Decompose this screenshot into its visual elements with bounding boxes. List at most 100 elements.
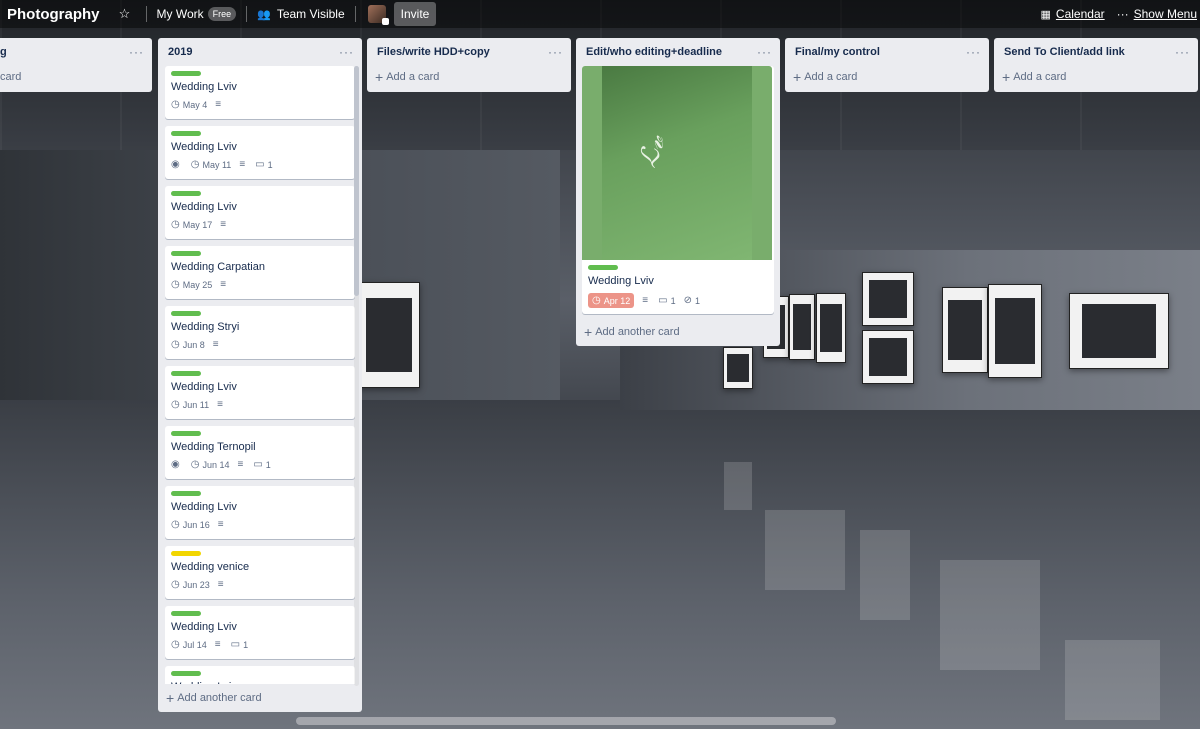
attachment-count: 1 (694, 295, 700, 306)
card[interactable]: ℒ𝓋 Wedding Lviv ◷ Apr 12 ≡ ▭ 1 ⊘ 1 (582, 66, 774, 314)
due-date-badge[interactable]: ◷ Jun 16 (171, 519, 210, 530)
card-label[interactable] (171, 311, 201, 316)
list-header: Files/write HDD+copy ··· (367, 38, 571, 66)
add-card-label: card (0, 71, 22, 83)
card[interactable]: Wedding Ternopil ◉ ◷ Jun 14 ≡ ▭ 1 (165, 426, 355, 479)
add-card-label: Add a card (804, 71, 858, 83)
list-header: g ··· (0, 38, 152, 66)
add-card-button[interactable]: + Add another card (576, 321, 780, 345)
due-date: Jun 16 (182, 519, 210, 530)
board-title[interactable]: Photography (7, 6, 100, 23)
list-menu-icon[interactable]: ··· (129, 45, 144, 59)
card[interactable]: Wedding Lviv (165, 666, 355, 684)
list-title[interactable]: Files/write HDD+copy (377, 46, 490, 58)
plan-badge: Free (207, 7, 237, 21)
card-label[interactable] (171, 131, 201, 136)
card[interactable]: Wedding Lviv ◷ Jun 11 ≡ (165, 366, 355, 419)
header-divider (145, 6, 147, 22)
gallery-frame (789, 294, 815, 360)
card-label[interactable] (588, 265, 618, 270)
list-title[interactable]: Send To Client/add link (1004, 46, 1125, 58)
due-date-badge[interactable]: ◷ Jun 11 (171, 399, 209, 410)
paperclip-icon: ⊘ (683, 295, 692, 306)
card[interactable]: Wedding Stryi ◷ Jun 8 ≡ (165, 306, 355, 359)
card-label[interactable] (171, 491, 201, 496)
add-card-button[interactable]: + Add a card (785, 66, 989, 90)
comment-icon: ▭ (253, 459, 263, 470)
description-icon: ≡ (239, 159, 245, 170)
card-badges: ◉ ◷ May 11 ≡ ▭ 1 (171, 159, 349, 170)
due-date-badge[interactable]: ◷ May 4 (171, 99, 207, 110)
due-date-badge[interactable]: ◷ Jun 23 (171, 579, 210, 590)
card[interactable]: Wedding Lviv ◷ May 17 ≡ (165, 186, 355, 239)
floor-reflection (860, 530, 910, 620)
list-title[interactable]: Final/my control (795, 46, 880, 58)
card[interactable]: Wedding Lviv ◷ May 4 ≡ (165, 66, 355, 119)
due-date-badge[interactable]: ◷ Jul 14 (171, 639, 207, 650)
card-label[interactable] (171, 551, 201, 556)
list-menu-icon[interactable]: ··· (339, 45, 354, 59)
attachments-badge: ⊘ 1 (684, 295, 700, 306)
due-date-badge[interactable]: ◷ Jun 8 (171, 339, 205, 350)
card-label[interactable] (171, 671, 201, 676)
list-menu-icon[interactable]: ··· (548, 45, 563, 59)
workspace-button[interactable]: My Work Free (151, 2, 243, 26)
due-date-badge[interactable]: ◷ May 11 (191, 159, 232, 170)
add-card-button[interactable]: card (0, 66, 152, 90)
plus-icon: + (1002, 68, 1011, 85)
card-title: Wedding Lviv (171, 381, 237, 393)
comment-count: 1 (267, 159, 273, 170)
card[interactable]: Wedding venice ◷ Jun 23 ≡ (165, 546, 355, 599)
card-label[interactable] (171, 191, 201, 196)
due-date-badge[interactable]: ◷ Jun 14 (191, 459, 230, 470)
card-label[interactable] (171, 71, 201, 76)
clock-icon: ◷ (171, 219, 180, 230)
due-date-badge[interactable]: ◷ May 25 (171, 279, 212, 290)
invite-button[interactable]: Invite (393, 2, 437, 26)
list-scrollbar[interactable] (354, 66, 359, 686)
card[interactable]: Wedding Lviv ◷ Jun 16 ≡ (165, 486, 355, 539)
card-title: Wedding Lviv (171, 621, 237, 633)
add-card-label: Add another card (177, 692, 262, 704)
card-title: Wedding Lviv (171, 501, 237, 513)
star-icon[interactable]: ☆ (118, 6, 132, 22)
add-card-button[interactable]: + Add a card (367, 66, 571, 90)
board-horizontal-scrollbar[interactable] (296, 717, 836, 725)
description-icon: ≡ (220, 219, 226, 230)
add-card-label: Add a card (386, 71, 440, 83)
description-icon: ≡ (217, 519, 224, 530)
due-date: Apr 12 (603, 295, 631, 306)
show-menu-button[interactable]: ··· Show Menu (1111, 2, 1200, 26)
card[interactable]: Wedding Lviv ◷ Jul 14 ≡ ▭ 1 (165, 606, 355, 659)
list-header: 2019 ··· (158, 38, 362, 66)
due-date-badge[interactable]: ◷ May 17 (171, 219, 212, 230)
list-menu-icon[interactable]: ··· (757, 45, 772, 59)
due-date: Jun 23 (182, 579, 210, 590)
avatar[interactable] (367, 5, 389, 25)
description-icon: ≡ (215, 99, 221, 110)
due-date: May 25 (182, 279, 213, 290)
list-scroll-thumb[interactable] (354, 66, 359, 296)
add-card-button[interactable]: + Add a card (994, 66, 1198, 90)
card-label[interactable] (171, 431, 201, 436)
visibility-button[interactable]: 👥 Team Visible (251, 2, 351, 26)
add-card-button[interactable]: + Add another card (158, 684, 362, 711)
plus-icon: + (793, 68, 802, 85)
card-label[interactable] (171, 611, 201, 616)
description-icon: ≡ (214, 639, 221, 650)
calendar-button[interactable]: ▦ Calendar (1035, 2, 1111, 26)
due-date-badge[interactable]: ◷ Apr 12 (588, 293, 635, 308)
comments-badge: ▭ 1 (658, 295, 675, 306)
list-menu-icon[interactable]: ··· (966, 45, 981, 59)
list-title[interactable]: Edit/who editing+deadline (586, 46, 722, 58)
clock-icon: ◷ (171, 399, 180, 410)
card[interactable]: Wedding Lviv ◉ ◷ May 11 ≡ ▭ 1 (165, 126, 355, 179)
gallery-frame (942, 287, 988, 373)
comments-badge: ▭ 1 (255, 159, 272, 170)
card-label[interactable] (171, 371, 201, 376)
card-label[interactable] (171, 251, 201, 256)
list-menu-icon[interactable]: ··· (1175, 45, 1190, 59)
card[interactable]: Wedding Carpatian ◷ May 25 ≡ (165, 246, 355, 299)
list-title[interactable]: 2019 (168, 46, 192, 58)
description-badge: ≡ (213, 339, 221, 350)
